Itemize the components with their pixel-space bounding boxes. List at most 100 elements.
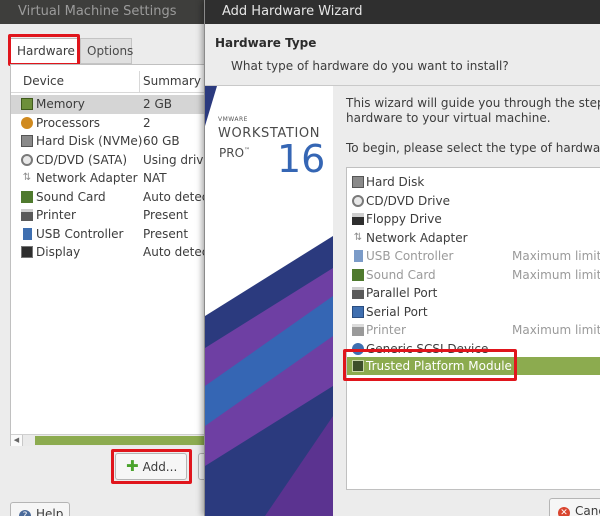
device-table: Device Summary Memory 2 GB Processors 2 …: [10, 64, 214, 446]
hardware-limit: Maximum limit: [512, 249, 600, 263]
device-summary: Auto detect: [143, 189, 214, 204]
help-icon: ?: [19, 510, 31, 516]
banner-shape-dark: [205, 86, 217, 126]
tpm-icon: [352, 360, 364, 372]
table-row-processors[interactable]: Processors 2: [11, 114, 211, 133]
hardware-name: Serial Port: [366, 304, 428, 319]
list-item-floppy-drive[interactable]: Floppy Drive: [347, 210, 600, 228]
hardware-name: Network Adapter: [366, 230, 468, 245]
table-row-memory[interactable]: Memory 2 GB: [11, 95, 211, 114]
floppy-icon: [352, 213, 364, 225]
device-name: Processors: [36, 115, 101, 130]
tab-hardware[interactable]: Hardware: [10, 38, 80, 64]
brand-version: 16: [277, 137, 326, 181]
intro-prompt: To begin, please select the type of hard…: [346, 141, 600, 155]
device-summary: 2: [143, 115, 151, 130]
table-row-hard-disk[interactable]: Hard Disk (NVMe) 60 GB: [11, 132, 211, 151]
hardware-name: USB Controller: [366, 249, 454, 263]
table-row-printer[interactable]: Printer Present: [11, 206, 211, 225]
list-item-network-adapter[interactable]: ⇅ Network Adapter: [347, 229, 600, 247]
list-item-trusted-platform-module[interactable]: Trusted Platform Module: [347, 357, 600, 375]
brand-edition: PRO™: [219, 146, 250, 160]
hardware-name: CD/DVD Drive: [366, 193, 450, 208]
printer-icon: [352, 324, 364, 336]
processor-icon: [21, 116, 33, 129]
device-name: Network Adapter: [36, 171, 138, 185]
column-separator: [139, 71, 140, 93]
scroll-left-icon[interactable]: ◀: [11, 435, 23, 446]
parallel-port-icon: [352, 287, 364, 299]
device-name: Printer: [36, 208, 76, 222]
usb-controller-icon: [23, 227, 32, 240]
device-name: Hard Disk (NVMe): [36, 134, 143, 148]
hardware-limit: Maximum limit: [512, 267, 600, 282]
add-button-label: Add...: [142, 460, 178, 474]
brand-trademark: ™: [244, 147, 251, 154]
add-hardware-button[interactable]: ✚ Add...: [115, 453, 187, 480]
sound-card-icon: [352, 268, 364, 281]
help-button[interactable]: ? Help: [10, 502, 70, 516]
list-item-usb-controller[interactable]: USB Controller Maximum limit: [347, 247, 600, 265]
wizard-heading: Hardware Type: [215, 36, 317, 50]
hardware-type-list: Hard Disk CD/DVD Drive Floppy Drive ⇅ Ne…: [346, 167, 600, 490]
plus-icon: ✚: [126, 457, 139, 475]
hardware-name: Sound Card: [366, 267, 436, 282]
intro-line-2: hardware to your virtual machine.: [346, 111, 551, 125]
printer-icon: [21, 209, 33, 221]
list-item-cd-dvd-drive[interactable]: CD/DVD Drive: [347, 192, 600, 210]
device-name: Display: [36, 245, 81, 259]
table-row-network-adapter[interactable]: ⇅ Network Adapter NAT: [11, 169, 211, 188]
device-summary: Auto detect: [143, 245, 214, 259]
table-row-display[interactable]: Display Auto detect: [11, 243, 214, 262]
list-item-hard-disk[interactable]: Hard Disk: [347, 173, 600, 191]
hardware-name: Printer: [366, 323, 406, 337]
hardware-name: Parallel Port: [366, 286, 438, 300]
intro-line-1: This wizard will guide you through the s…: [346, 96, 600, 110]
device-table-header: Device Summary: [11, 71, 211, 93]
hardware-name: Floppy Drive: [366, 212, 442, 226]
wizard-subheading: What type of hardware do you want to ins…: [231, 59, 509, 73]
cancel-icon: ✕: [558, 507, 570, 516]
hardware-name: Trusted Platform Module: [366, 359, 512, 373]
summary-column-header[interactable]: Summary: [143, 74, 201, 88]
tab-options[interactable]: Options: [80, 38, 133, 64]
device-summary: 60 GB: [143, 134, 180, 148]
device-summary: Present: [143, 226, 189, 241]
table-row-sound-card[interactable]: Sound Card Auto detect: [11, 188, 214, 207]
device-list: Memory 2 GB Processors 2 Hard Disk (NVMe…: [11, 95, 214, 262]
wizard-title: Add Hardware Wizard: [205, 0, 600, 24]
table-row-cd-dvd[interactable]: CD/DVD (SATA) Using drive: [11, 151, 211, 170]
cancel-button-label: Cancel: [575, 504, 600, 516]
hardware-name: Hard Disk: [366, 175, 425, 189]
list-item-printer[interactable]: Printer Maximum limit: [347, 321, 600, 339]
horizontal-scrollbar[interactable]: ◀: [11, 434, 211, 446]
intro-text: This wizard will guide you through the s…: [346, 96, 600, 126]
list-item-generic-scsi-device[interactable]: Generic SCSI Device: [347, 340, 600, 358]
device-name: CD/DVD (SATA): [36, 152, 128, 167]
device-name: USB Controller: [36, 226, 124, 241]
usb-controller-icon: [354, 250, 363, 262]
cancel-button[interactable]: ✕ Cancel: [549, 498, 600, 516]
network-adapter-icon: ⇅: [22, 172, 32, 183]
cd-dvd-icon: [352, 194, 364, 207]
device-summary: 2 GB: [143, 97, 172, 111]
list-item-serial-port[interactable]: Serial Port: [347, 303, 600, 321]
display-icon: [21, 246, 33, 258]
device-summary: Present: [143, 208, 189, 222]
device-column-header[interactable]: Device: [23, 74, 64, 88]
help-button-label: Help: [36, 507, 64, 516]
sound-card-icon: [21, 190, 33, 203]
device-name: Memory: [36, 97, 85, 111]
vmware-banner: VMWARE WORKSTATION PRO™ 16: [205, 86, 333, 516]
table-row-usb-controller[interactable]: USB Controller Present: [11, 225, 211, 244]
hardware-limit: Maximum limit: [512, 323, 600, 337]
list-item-parallel-port[interactable]: Parallel Port: [347, 284, 600, 302]
device-name: Sound Card: [36, 189, 106, 204]
add-hardware-wizard: Add Hardware Wizard Hardware Type What t…: [204, 0, 600, 516]
scrollbar-thumb[interactable]: [35, 436, 211, 445]
memory-icon: [21, 98, 33, 110]
scsi-device-icon: [352, 342, 364, 355]
brand-edition-text: PRO: [219, 146, 245, 160]
list-item-sound-card[interactable]: Sound Card Maximum limit: [347, 266, 600, 284]
hardware-name: Generic SCSI Device: [366, 341, 489, 356]
